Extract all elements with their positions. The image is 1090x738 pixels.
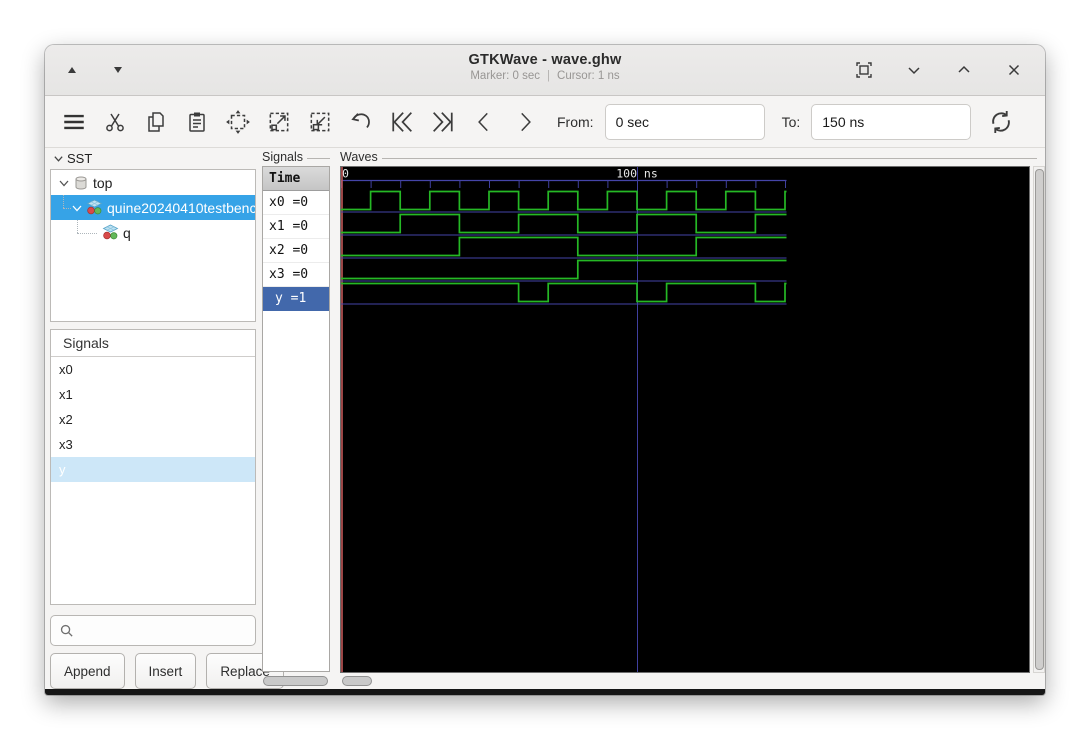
- facility-item-x1[interactable]: x1: [51, 382, 255, 407]
- titlebar-left-controls: [61, 45, 129, 95]
- facility-item-y[interactable]: y: [51, 457, 255, 482]
- facility-item-x0[interactable]: x0: [51, 357, 255, 382]
- shade-down-button[interactable]: [107, 59, 129, 81]
- facilities-header: Signals: [51, 330, 255, 357]
- append-button[interactable]: Append: [50, 653, 125, 689]
- cursor-status: Cursor: 1 ns: [557, 70, 620, 82]
- titlebar-right-controls: [853, 45, 1025, 95]
- insert-button[interactable]: Insert: [134, 653, 197, 689]
- signal-name-column: Time x0 =0 x1 =0 x2 =0 x3 =0 y =1: [262, 166, 330, 672]
- signal-row-x2[interactable]: x2 =0: [263, 239, 329, 263]
- facility-buttons: Append Insert Replace: [50, 653, 284, 689]
- skip-to-end-icon[interactable]: [428, 105, 458, 139]
- skip-to-start-icon[interactable]: [387, 105, 417, 139]
- tree-node-testbench[interactable]: quine20240410testbench: [51, 195, 255, 220]
- facilities-panel: Signals x0 x1 x2 x3 y: [50, 329, 256, 605]
- waveform-canvas[interactable]: 0 100 ns: [340, 166, 1030, 673]
- tree-node-label: q: [123, 224, 131, 241]
- module-icon: [86, 199, 103, 216]
- menu-hamburger-icon[interactable]: [59, 105, 89, 139]
- module-icon: [102, 224, 119, 241]
- facility-item-x3[interactable]: x3: [51, 432, 255, 457]
- from-input[interactable]: [604, 103, 765, 140]
- facility-item-x2[interactable]: x2: [51, 407, 255, 432]
- titlebar-title-block: GTKWave - wave.ghw Marker: 0 sec | Cursor:…: [469, 52, 622, 82]
- wave-vscrollbar[interactable]: [1033, 166, 1045, 673]
- to-label: To:: [781, 113, 801, 130]
- toolbar: From: To:: [45, 96, 1045, 148]
- shade-up-button[interactable]: [61, 59, 83, 81]
- time-header[interactable]: Time: [263, 167, 329, 191]
- zoom-in-icon[interactable]: [264, 105, 294, 139]
- signal-row-x0[interactable]: x0 =0: [263, 191, 329, 215]
- search-input[interactable]: [80, 622, 244, 639]
- window-statusline: Marker: 0 sec | Cursor: 1 ns: [469, 70, 622, 82]
- expander-icon[interactable]: [71, 202, 83, 214]
- shift-right-icon[interactable]: [510, 105, 540, 139]
- status-divider: |: [547, 70, 551, 82]
- waves-frame-label: Waves: [340, 150, 1037, 164]
- tree-node-label: top: [93, 174, 113, 191]
- titlebar: GTKWave - wave.ghw Marker: 0 sec | Cursor:…: [45, 45, 1045, 96]
- from-label: From:: [557, 113, 594, 130]
- window-title: GTKWave - wave.ghw: [468, 52, 622, 68]
- signal-row-x1[interactable]: x1 =0: [263, 215, 329, 239]
- tree-node-q[interactable]: q: [51, 220, 255, 245]
- maximize-icon[interactable]: [953, 59, 975, 81]
- zoom-out-icon[interactable]: [305, 105, 335, 139]
- signal-column-hscrollbar[interactable]: [262, 676, 330, 686]
- tree-node-label: quine20240410testbench: [107, 199, 255, 216]
- marker-status: Marker: 0 sec: [470, 70, 541, 82]
- svg-text:0: 0: [342, 167, 349, 181]
- minimize-icon[interactable]: [903, 59, 925, 81]
- sst-expander-icon: [54, 156, 63, 162]
- tree-node-top[interactable]: top: [51, 170, 255, 195]
- sst-tree: top quine20240410testbench q: [50, 169, 256, 322]
- reload-icon[interactable]: [986, 105, 1016, 139]
- copy-icon[interactable]: [141, 105, 171, 139]
- sst-header[interactable]: SST: [53, 151, 92, 166]
- wave-hscrollbar[interactable]: [340, 676, 1030, 686]
- zoom-fit-icon[interactable]: [223, 105, 253, 139]
- expander-icon[interactable]: [58, 177, 70, 189]
- paste-icon[interactable]: [182, 105, 212, 139]
- shift-left-icon[interactable]: [469, 105, 499, 139]
- search-icon: [60, 624, 73, 637]
- signal-row-y[interactable]: y =1: [263, 287, 329, 311]
- signal-search-box[interactable]: [50, 615, 256, 646]
- to-input[interactable]: [811, 103, 972, 140]
- undo-icon[interactable]: [346, 105, 376, 139]
- signals-frame-label: Signals: [262, 150, 330, 164]
- tile-window-icon[interactable]: [853, 59, 875, 81]
- gtkwave-window: GTKWave - wave.ghw Marker: 0 sec | Cursor:…: [45, 45, 1045, 695]
- signal-row-x3[interactable]: x3 =0: [263, 263, 329, 287]
- cut-icon[interactable]: [100, 105, 130, 139]
- close-icon[interactable]: [1003, 59, 1025, 81]
- database-icon: [73, 175, 89, 191]
- sst-header-label: SST: [67, 151, 93, 166]
